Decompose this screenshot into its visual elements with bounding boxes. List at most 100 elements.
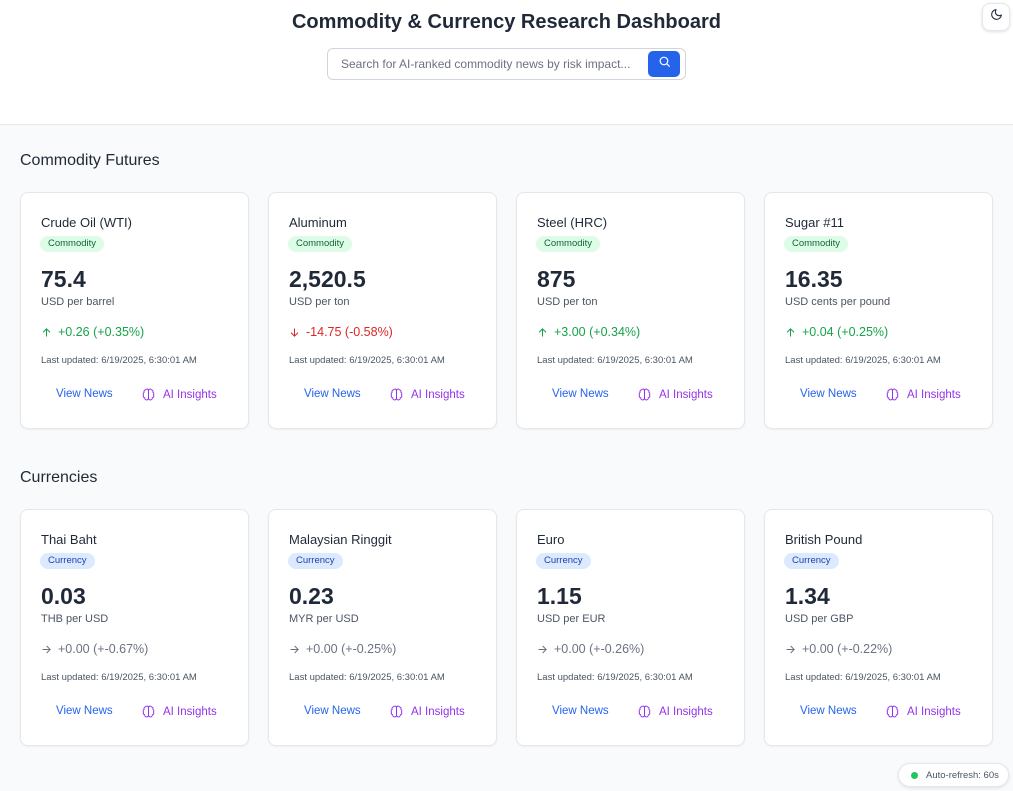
ai-insights-label: AI Insights (163, 705, 217, 718)
last-updated: Last updated: 6/19/2025, 6:30:01 AM (289, 355, 445, 366)
price-change: +0.26 (+0.35%) (41, 325, 144, 339)
price-change: +0.04 (+0.25%) (785, 325, 888, 339)
view-news-button[interactable]: View News (552, 388, 609, 400)
commodity-badge: Commodity (40, 236, 105, 252)
price-unit: USD per barrel (41, 296, 115, 308)
price-change-value: +3.00 (+0.34%) (554, 325, 641, 339)
ai-insights-label: AI Insights (163, 388, 217, 401)
currency-badge: Currency (40, 553, 95, 569)
arrow-right-icon (785, 644, 796, 655)
ai-insights-label: AI Insights (659, 705, 713, 718)
price-change-value: +0.00 (+-0.26%) (554, 642, 645, 656)
currency-card: British Pound Currency 1.34 USD per GBP +0.0… (764, 509, 993, 746)
commodity-badge: Commodity (536, 236, 601, 252)
theme-toggle-button[interactable] (982, 3, 1010, 31)
brain-icon (886, 388, 899, 401)
view-news-button[interactable]: View News (800, 388, 857, 400)
ai-insights-button[interactable]: AI Insights (142, 705, 217, 718)
price-change-value: +0.00 (+-0.22%) (802, 642, 893, 656)
status-dot-icon (911, 771, 918, 779)
arrow-up-icon (537, 327, 548, 338)
price-value: 75.4 (41, 266, 86, 292)
arrow-up-icon (785, 327, 796, 338)
last-updated: Last updated: 6/19/2025, 6:30:01 AM (537, 355, 693, 366)
currency-card: Malaysian Ringgit Currency 0.23 MYR per USD… (268, 509, 497, 746)
commodity-card: Crude Oil (WTI) Commodity 75.4 USD per barr… (20, 192, 249, 429)
price-unit: USD per ton (537, 296, 598, 308)
price-value: 0.03 (41, 583, 86, 609)
view-news-button[interactable]: View News (552, 705, 609, 717)
price-value: 2,520.5 (289, 266, 366, 292)
arrow-right-icon (289, 644, 300, 655)
search-icon (658, 55, 671, 73)
price-value: 1.15 (537, 583, 582, 609)
page-title: Commodity & Currency Research Dashboard (291, 11, 721, 33)
price-change: +0.00 (+-0.67%) (41, 642, 148, 656)
brain-icon (886, 705, 899, 718)
arrow-down-icon (289, 327, 300, 338)
price-value: 1.34 (785, 583, 830, 609)
ai-insights-label: AI Insights (411, 388, 465, 401)
currency-badge: Currency (288, 553, 343, 569)
ai-insights-button[interactable]: AI Insights (638, 388, 713, 401)
arrow-right-icon (41, 644, 52, 655)
header: Commodity & Currency Research Dashboard (0, 0, 1013, 125)
ai-insights-label: AI Insights (659, 388, 713, 401)
card-title: Aluminum (289, 215, 347, 230)
ai-insights-button[interactable]: AI Insights (390, 388, 465, 401)
brain-icon (142, 705, 155, 718)
price-unit: USD cents per pound (785, 296, 891, 308)
moon-icon (990, 8, 1003, 26)
price-value: 16.35 (785, 266, 843, 292)
commodity-badge: Commodity (784, 236, 849, 252)
last-updated: Last updated: 6/19/2025, 6:30:01 AM (41, 355, 197, 366)
last-updated: Last updated: 6/19/2025, 6:30:01 AM (785, 672, 941, 683)
section-title-commodity-futures: Commodity Futures (20, 152, 160, 169)
price-change: +0.00 (+-0.22%) (785, 642, 892, 656)
ai-insights-button[interactable]: AI Insights (886, 705, 961, 718)
view-news-button[interactable]: View News (304, 705, 361, 717)
view-news-button[interactable]: View News (304, 388, 361, 400)
last-updated: Last updated: 6/19/2025, 6:30:01 AM (785, 355, 941, 366)
ai-insights-button[interactable]: AI Insights (638, 705, 713, 718)
commodity-badge: Commodity (288, 236, 353, 252)
price-change: +3.00 (+0.34%) (537, 325, 640, 339)
auto-refresh-indicator: Auto-refresh: 60s (898, 763, 1009, 787)
view-news-button[interactable]: View News (56, 705, 113, 717)
price-change-value: -14.75 (-0.58%) (306, 325, 393, 339)
last-updated: Last updated: 6/19/2025, 6:30:01 AM (289, 672, 445, 683)
commodity-card: Steel (HRC) Commodity 875 USD per ton +3.00 … (516, 192, 745, 429)
price-change: +0.00 (+-0.26%) (537, 642, 644, 656)
currency-card: Thai Baht Currency 0.03 THB per USD +0.00 (+… (20, 509, 249, 746)
currency-card: Euro Currency 1.15 USD per EUR +0.00 (+-0.26… (516, 509, 745, 746)
search-button[interactable] (648, 51, 680, 77)
arrow-up-icon (41, 327, 52, 338)
price-unit: THB per USD (41, 613, 109, 625)
price-unit: USD per EUR (537, 613, 606, 625)
card-title: Crude Oil (WTI) (41, 215, 132, 230)
search-bar (327, 48, 686, 80)
brain-icon (390, 388, 403, 401)
ai-insights-button[interactable]: AI Insights (390, 705, 465, 718)
brain-icon (638, 388, 651, 401)
last-updated: Last updated: 6/19/2025, 6:30:01 AM (537, 672, 693, 683)
search-input[interactable] (328, 49, 646, 79)
price-change-value: +0.00 (+-0.67%) (58, 642, 149, 656)
view-news-button[interactable]: View News (56, 388, 113, 400)
price-unit: USD per GBP (785, 613, 854, 625)
brain-icon (390, 705, 403, 718)
brain-icon (142, 388, 155, 401)
view-news-button[interactable]: View News (800, 705, 857, 717)
arrow-right-icon (537, 644, 548, 655)
price-change-value: +0.26 (+0.35%) (58, 325, 145, 339)
price-change: -14.75 (-0.58%) (289, 325, 393, 339)
card-title: Euro (537, 532, 565, 547)
ai-insights-button[interactable]: AI Insights (886, 388, 961, 401)
auto-refresh-label: Auto-refresh: 60s (926, 769, 999, 781)
card-title: Malaysian Ringgit (289, 532, 392, 547)
price-value: 875 (537, 266, 576, 292)
currency-badge: Currency (536, 553, 591, 569)
ai-insights-button[interactable]: AI Insights (142, 388, 217, 401)
price-unit: USD per ton (289, 296, 350, 308)
ai-insights-label: AI Insights (907, 705, 961, 718)
